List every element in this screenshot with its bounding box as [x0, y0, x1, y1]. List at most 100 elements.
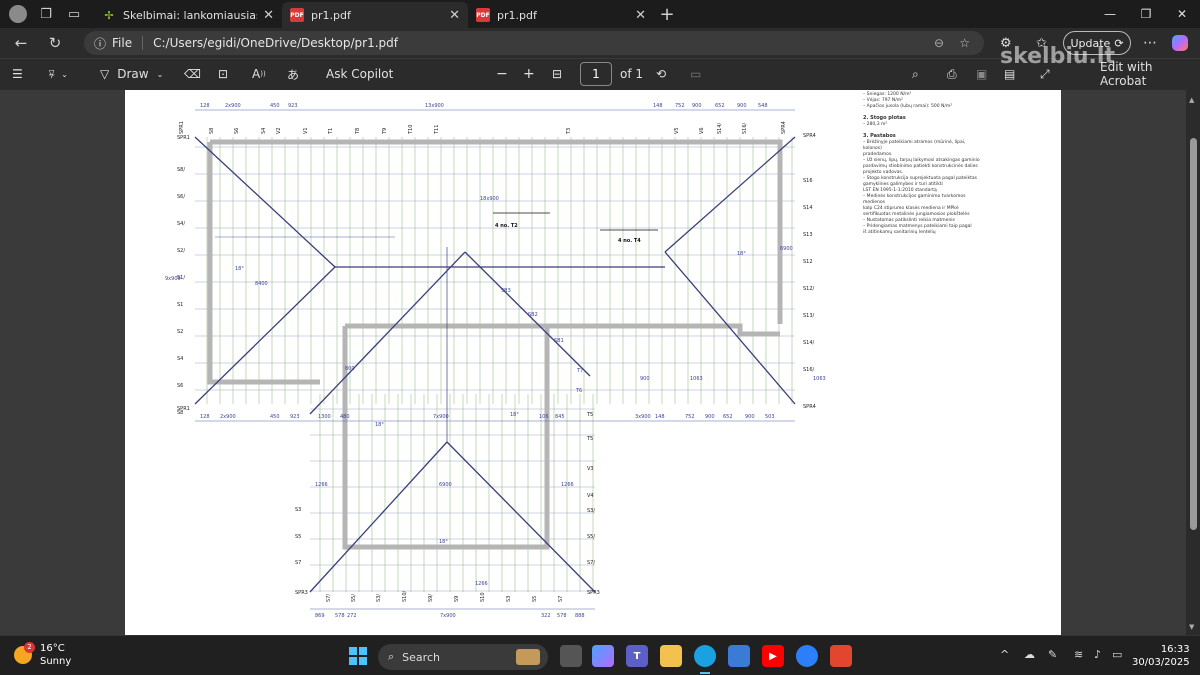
- new-tab-button[interactable]: +: [654, 4, 680, 25]
- bottom-dimension: 923: [290, 414, 300, 420]
- eraser-icon[interactable]: ⌫: [184, 58, 201, 90]
- left-label: S1: [177, 302, 183, 308]
- tab-actions-icon[interactable]: ▭: [60, 0, 88, 28]
- maximize-button[interactable]: ❐: [1126, 0, 1166, 28]
- draw-button[interactable]: ▽ Draw ⌄: [100, 58, 163, 90]
- drawing-annotation: 1063: [813, 376, 826, 382]
- copilot-app-icon[interactable]: [592, 645, 614, 667]
- refresh-button[interactable]: ↻: [38, 28, 72, 58]
- edge-icon[interactable]: [694, 645, 716, 667]
- rotate-icon[interactable]: ⟲: [656, 58, 666, 90]
- drawing-annotation: 4 no. T4: [618, 238, 641, 244]
- office-icon[interactable]: [830, 645, 852, 667]
- lower-left-label: S7: [295, 560, 301, 566]
- contents-icon[interactable]: ☰: [12, 58, 23, 90]
- ask-copilot-button[interactable]: Ask Copilot: [326, 58, 393, 90]
- minimize-button[interactable]: —: [1090, 0, 1130, 28]
- favorite-star-icon[interactable]: ☆: [959, 36, 970, 50]
- youtube-icon[interactable]: ▶: [762, 645, 784, 667]
- close-icon[interactable]: ✕: [635, 8, 646, 23]
- highlight-icon[interactable]: ⍫ ⌄: [48, 58, 68, 90]
- left-label: S2/: [177, 248, 185, 254]
- bottom-dimension: 652: [723, 414, 733, 420]
- close-icon[interactable]: ✕: [449, 8, 460, 23]
- bottom-dimension: 3x900: [635, 414, 651, 420]
- watermark-text: skelbiu.lt: [1000, 44, 1115, 69]
- notes-line: – Apačios jusola (lubų ramai): 500 N/m²: [863, 104, 953, 109]
- copilot-icon[interactable]: [1172, 32, 1188, 54]
- print-icon[interactable]: ⎙: [947, 58, 957, 90]
- lower-dimension: 869: [315, 613, 325, 619]
- close-window-button[interactable]: ✕: [1162, 0, 1200, 28]
- text-box-icon[interactable]: ⊡: [218, 58, 228, 90]
- store-icon[interactable]: [728, 645, 750, 667]
- tray-chevron-icon[interactable]: ^: [1000, 648, 1009, 661]
- volume-icon[interactable]: ♪: [1094, 648, 1101, 661]
- lower-right-label: S3/: [587, 508, 595, 514]
- zoom-icon[interactable]: ⊖: [934, 36, 944, 50]
- close-icon[interactable]: ✕: [263, 8, 274, 23]
- tab-skelbiu[interactable]: ✢ Skelbimai: lankomiausias Lietuvo ✕: [94, 2, 282, 28]
- active-app-indicator: [700, 672, 710, 674]
- save-icon[interactable]: ▣: [976, 58, 987, 90]
- left-label: SPR1: [177, 406, 190, 412]
- draw-icon: ▽: [100, 67, 110, 81]
- teams-icon[interactable]: T: [626, 645, 648, 667]
- weather-badge: 2: [24, 642, 35, 653]
- left-label: S8/: [177, 167, 185, 173]
- scroll-up-icon[interactable]: ▲: [1189, 96, 1194, 104]
- drawing-annotation: SB1: [554, 338, 564, 344]
- top-label: V6: [699, 127, 705, 134]
- taskbar-search[interactable]: ⌕ Search: [378, 644, 548, 670]
- onedrive-icon[interactable]: ☁: [1024, 648, 1035, 661]
- file-explorer-icon[interactable]: [660, 645, 682, 667]
- edit-with-acrobat-button[interactable]: Edit with Acrobat: [1100, 58, 1200, 90]
- weather-widget[interactable]: 2 16°C Sunny: [14, 642, 71, 668]
- pen-icon[interactable]: ✎: [1048, 648, 1057, 661]
- clock[interactable]: 16:33 30/03/2025: [1132, 643, 1190, 669]
- profile-avatar[interactable]: [4, 0, 32, 28]
- top-dimension: 900: [692, 103, 702, 109]
- fit-page-icon[interactable]: ⊟: [552, 58, 562, 90]
- search-label: Search: [402, 650, 440, 664]
- lower-dimension: 272: [347, 613, 357, 619]
- weather-desc: Sunny: [40, 656, 72, 667]
- workspaces-icon[interactable]: ❐: [32, 0, 60, 28]
- zoom-in-button[interactable]: +: [523, 58, 535, 90]
- lower-dimension: 7x900: [440, 613, 456, 619]
- lower-right-label: SPR3: [587, 590, 600, 596]
- task-view-icon[interactable]: [560, 645, 582, 667]
- tab-title: Skelbimai: lankomiausias Lietuvo: [123, 8, 258, 22]
- lower-right-label: V4: [587, 493, 594, 499]
- top-label: V5: [674, 127, 680, 134]
- left-label: S6: [177, 383, 183, 389]
- battery-icon[interactable]: ▭: [1112, 648, 1122, 661]
- top-label: T3: [566, 128, 572, 135]
- tab-pr1[interactable]: PDF pr1.pdf ✕: [468, 2, 654, 28]
- page-view-icon[interactable]: ▭: [690, 58, 701, 90]
- lower-left-label: S3: [295, 507, 301, 513]
- right-label: S13: [803, 232, 813, 238]
- drawing-annotation: T7: [576, 368, 583, 374]
- start-button[interactable]: [347, 645, 369, 667]
- search-highlight-icon: [516, 649, 540, 665]
- chrome-app-icon[interactable]: [796, 645, 818, 667]
- wifi-icon[interactable]: ≋: [1074, 648, 1083, 661]
- top-label: SPR1: [179, 121, 185, 134]
- read-aloud-icon[interactable]: A)): [252, 58, 266, 90]
- translate-icon[interactable]: あ: [287, 58, 299, 90]
- page-number-input[interactable]: 1: [580, 62, 612, 86]
- zoom-out-button[interactable]: −: [496, 58, 508, 90]
- pdf-viewer[interactable]: 128 2x900 450 923 13x900 148 752 900 652 900 548 SP…: [0, 90, 1200, 635]
- info-icon[interactable]: ⓘ: [94, 35, 106, 52]
- scrollbar-thumb[interactable]: [1190, 138, 1197, 530]
- drawing-annotation: 8400: [255, 281, 268, 287]
- back-button[interactable]: ←: [4, 28, 38, 58]
- search-icon[interactable]: ⌕: [912, 58, 919, 90]
- address-bar[interactable]: ⓘ File C:/Users/egidi/OneDrive/Desktop/p…: [84, 31, 984, 55]
- top-dimension: 652: [715, 103, 725, 109]
- lower-bottom-label: S5: [532, 596, 538, 602]
- scroll-down-icon[interactable]: ▼: [1189, 623, 1194, 631]
- tab-pr1-active[interactable]: PDF pr1.pdf ✕: [282, 2, 468, 28]
- more-menu-icon[interactable]: ⋯: [1143, 32, 1157, 54]
